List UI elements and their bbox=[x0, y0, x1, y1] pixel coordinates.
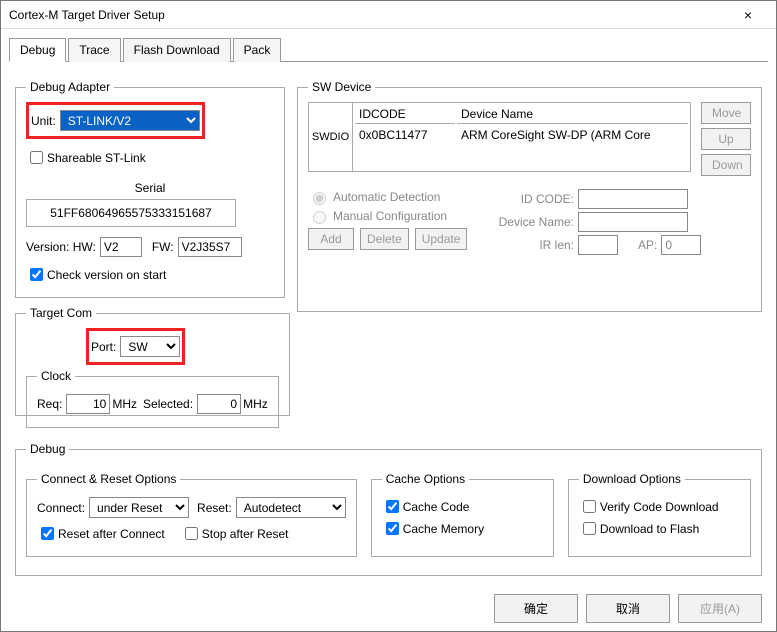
device-table: IDCODE Device Name 0x0BC11477 ARM CoreSi… bbox=[353, 103, 690, 146]
connect-select[interactable]: under Reset bbox=[89, 497, 189, 518]
device-table-wrap: SWDIO IDCODE Device Name 0x0BC11477 bbox=[308, 102, 691, 172]
port-label: Port: bbox=[91, 340, 116, 354]
check-version-checkbox[interactable] bbox=[30, 268, 43, 281]
tab-content: Debug Adapter Unit: ST-LINK/V2 Shareable… bbox=[1, 62, 776, 594]
shareable-checkbox[interactable] bbox=[30, 151, 43, 164]
verify-code-checkbox[interactable] bbox=[583, 500, 596, 513]
cache-options-group: Cache Options Cache Code Cache Memory bbox=[371, 472, 554, 557]
req-label: Req: bbox=[37, 397, 62, 411]
tab-flash-download[interactable]: Flash Download bbox=[123, 38, 231, 62]
selected-unit: MHz bbox=[243, 397, 268, 411]
download-flash-checkbox[interactable] bbox=[583, 522, 596, 535]
version-hw-label: Version: HW: bbox=[26, 240, 96, 254]
connect-reset-legend: Connect & Reset Options bbox=[37, 472, 180, 486]
manual-config-radio[interactable] bbox=[313, 211, 326, 224]
clock-group: Clock Req: MHz Selected: MHz bbox=[26, 369, 279, 428]
up-button[interactable]: Up bbox=[701, 128, 751, 150]
col-device-name: Device Name bbox=[457, 105, 688, 124]
ok-button[interactable]: 确定 bbox=[494, 594, 578, 623]
sw-device-legend: SW Device bbox=[308, 80, 375, 94]
stop-after-label: Stop after Reset bbox=[202, 527, 289, 541]
download-flash-label: Download to Flash bbox=[600, 522, 699, 536]
tab-strip: Debug Trace Flash Download Pack bbox=[9, 37, 768, 62]
debug-adapter-legend: Debug Adapter bbox=[26, 80, 114, 94]
selected-field[interactable] bbox=[197, 394, 241, 414]
tab-trace[interactable]: Trace bbox=[68, 38, 120, 62]
debug-group: Debug Connect & Reset Options Connect: u… bbox=[15, 442, 762, 576]
req-field[interactable] bbox=[66, 394, 110, 414]
auto-detection-label: Automatic Detection bbox=[333, 190, 440, 204]
cache-memory-label: Cache Memory bbox=[403, 522, 484, 536]
cancel-button[interactable]: 取消 bbox=[586, 594, 670, 623]
cache-code-checkbox[interactable] bbox=[386, 500, 399, 513]
connect-label: Connect: bbox=[37, 501, 85, 515]
target-com-group: Target Com Port: SW Clock Req: bbox=[15, 306, 290, 416]
window-title: Cortex-M Target Driver Setup bbox=[9, 8, 728, 22]
connect-reset-group: Connect & Reset Options Connect: under R… bbox=[26, 472, 357, 557]
reset-select[interactable]: Autodetect bbox=[236, 497, 346, 518]
update-button[interactable]: Update bbox=[415, 228, 468, 250]
dialog-buttons: 确定 取消 应用(A) bbox=[494, 594, 762, 623]
device-idcode: 0x0BC11477 bbox=[355, 126, 455, 144]
auto-detection-radio[interactable] bbox=[313, 192, 326, 205]
reset-label: Reset: bbox=[197, 501, 232, 515]
manual-config-label: Manual Configuration bbox=[333, 209, 447, 223]
unit-label: Unit: bbox=[31, 114, 56, 128]
ap-label: AP: bbox=[638, 238, 657, 252]
clock-legend: Clock bbox=[37, 369, 75, 383]
cache-code-label: Cache Code bbox=[403, 500, 470, 514]
cache-options-legend: Cache Options bbox=[382, 472, 469, 486]
version-fw-label: FW: bbox=[152, 240, 174, 254]
debug-adapter-group: Debug Adapter Unit: ST-LINK/V2 Shareable… bbox=[15, 80, 285, 298]
device-name-value: ARM CoreSight SW-DP (ARM Core bbox=[457, 126, 688, 144]
close-icon[interactable]: × bbox=[728, 7, 768, 23]
serial-value: 51FF68064965575333151687 bbox=[26, 199, 236, 227]
debug-legend: Debug bbox=[26, 442, 69, 456]
device-row-label: SWDIO bbox=[309, 103, 353, 171]
move-button[interactable]: Move bbox=[701, 102, 751, 124]
download-options-group: Download Options Verify Code Download Do… bbox=[568, 472, 751, 557]
target-com-legend: Target Com bbox=[26, 306, 96, 320]
down-button[interactable]: Down bbox=[701, 154, 751, 176]
unit-select[interactable]: ST-LINK/V2 bbox=[60, 110, 200, 131]
port-select[interactable]: SW bbox=[120, 336, 180, 357]
ap-field bbox=[661, 235, 701, 255]
add-button[interactable]: Add bbox=[308, 228, 354, 250]
req-unit: MHz bbox=[112, 397, 137, 411]
selected-label: Selected: bbox=[143, 397, 193, 411]
irlen-label: IR len: bbox=[488, 238, 574, 252]
shareable-label: Shareable ST-Link bbox=[47, 151, 146, 165]
tab-pack[interactable]: Pack bbox=[233, 38, 282, 62]
version-hw-field[interactable] bbox=[100, 237, 142, 257]
delete-button[interactable]: Delete bbox=[360, 228, 409, 250]
reset-after-label: Reset after Connect bbox=[58, 527, 165, 541]
tab-debug[interactable]: Debug bbox=[9, 38, 66, 62]
check-version-label: Check version on start bbox=[47, 268, 166, 282]
cache-memory-checkbox[interactable] bbox=[386, 522, 399, 535]
verify-code-label: Verify Code Download bbox=[600, 500, 719, 514]
reset-after-checkbox[interactable] bbox=[41, 527, 54, 540]
version-fw-field[interactable] bbox=[178, 237, 242, 257]
stop-after-checkbox[interactable] bbox=[185, 527, 198, 540]
irlen-field bbox=[578, 235, 618, 255]
titlebar: Cortex-M Target Driver Setup × bbox=[1, 1, 776, 29]
device-row[interactable]: 0x0BC11477 ARM CoreSight SW-DP (ARM Core bbox=[355, 126, 688, 144]
dialog-window: Cortex-M Target Driver Setup × Debug Tra… bbox=[0, 0, 777, 632]
idcode-field bbox=[578, 189, 688, 209]
col-idcode: IDCODE bbox=[355, 105, 455, 124]
idcode-label: ID CODE: bbox=[488, 192, 574, 206]
sw-device-group: SW Device SWDIO IDCODE Device Name bbox=[297, 80, 762, 312]
serial-legend: Serial bbox=[26, 181, 274, 195]
device-name-label: Device Name: bbox=[488, 215, 574, 229]
download-options-legend: Download Options bbox=[579, 472, 685, 486]
device-name-field bbox=[578, 212, 688, 232]
apply-button[interactable]: 应用(A) bbox=[678, 594, 762, 623]
